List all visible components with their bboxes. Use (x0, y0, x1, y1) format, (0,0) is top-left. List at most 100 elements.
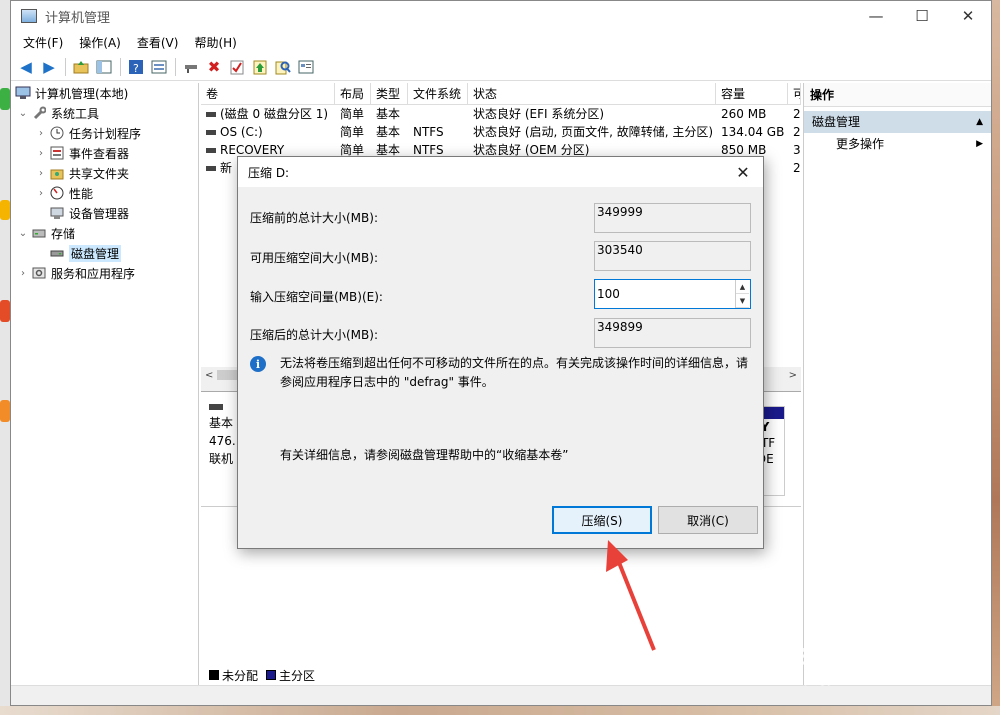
more-actions-item[interactable]: 更多操作 ▶ (804, 133, 991, 155)
shrink-amount-label: 输入压缩空间量(MB)(E): (250, 290, 383, 304)
expand-chevron-icon[interactable]: › (35, 128, 47, 139)
desktop-icon-fragment (0, 200, 10, 220)
actions-section-label: 磁盘管理 (812, 115, 861, 129)
column-header-volume[interactable]: 卷 (201, 83, 335, 104)
tree-item-system-tools[interactable]: ⌄ 系统工具 (11, 103, 198, 123)
properties-icon[interactable] (148, 56, 170, 78)
volume-table-header: 卷 布局 类型 文件系统 状态 容量 可 (201, 83, 801, 105)
connect-icon[interactable] (180, 56, 202, 78)
computer-management-icon (21, 9, 37, 23)
column-header-status[interactable]: 状态 (468, 83, 716, 104)
show-hide-tree-icon[interactable] (93, 56, 115, 78)
shrink-amount-stepper[interactable]: ▲ ▼ (594, 279, 751, 309)
column-header-type[interactable]: 类型 (371, 83, 408, 104)
volume-disk-icon (206, 166, 216, 171)
volume-free: 2 (793, 161, 801, 175)
shrink-dialog: 压缩 D: ✕ 压缩前的总计大小(MB): 349999 可用压缩空间大小(MB… (237, 156, 764, 549)
tree-item-shared-folders[interactable]: › 共享文件夹 (11, 163, 198, 183)
help-message: 有关详细信息，请参阅磁盘管理帮助中的“收缩基本卷” (280, 448, 569, 462)
console-icon[interactable] (295, 56, 317, 78)
shrink-amount-input[interactable] (595, 280, 735, 308)
spinner[interactable]: ▲ ▼ (735, 280, 749, 308)
volume-name: RECOVERY (220, 143, 285, 157)
volume-status: 状态良好 (启动, 页面文件, 故障转储, 主分区) (473, 125, 714, 139)
menu-help[interactable]: 帮助(H) (186, 34, 244, 51)
dialog-title-bar[interactable]: 压缩 D: ✕ (238, 157, 763, 187)
back-arrow-icon[interactable]: ◀ (15, 56, 37, 78)
tree-item-performance[interactable]: › 性能 (11, 183, 198, 203)
total-before-label: 压缩前的总计大小(MB): (250, 211, 378, 225)
volume-disk-icon (206, 148, 216, 153)
spin-up-icon[interactable]: ▲ (736, 280, 749, 294)
performance-icon (49, 185, 65, 201)
export-icon[interactable] (249, 56, 271, 78)
tree-item-device-manager[interactable]: 设备管理器 (11, 203, 198, 223)
volume-name: 新 (220, 161, 233, 175)
expand-chevron-icon[interactable]: › (35, 168, 47, 179)
expand-chevron-icon[interactable]: › (35, 148, 47, 159)
minimize-button[interactable]: — (853, 1, 899, 31)
volume-layout: 简单 (340, 107, 365, 121)
tree-item-event-viewer[interactable]: › 事件查看器 (11, 143, 198, 163)
tree-item-task-scheduler[interactable]: › 任务计划程序 (11, 123, 198, 143)
toolbar-separator (120, 57, 121, 76)
actions-pane: 操作 磁盘管理 ▲ 更多操作 ▶ (803, 83, 991, 685)
volume-disk-icon (206, 130, 216, 135)
desktop-icon-fragment (0, 300, 10, 322)
tree-item-disk-management[interactable]: 磁盘管理 (11, 243, 198, 263)
scroll-left-icon[interactable]: < (205, 370, 213, 381)
close-button[interactable]: ✕ (945, 1, 991, 31)
menu-view[interactable]: 查看(V) (129, 34, 187, 51)
actions-header: 操作 (804, 83, 991, 107)
more-actions-label: 更多操作 (836, 137, 885, 151)
column-header-free[interactable]: 可 (788, 83, 801, 104)
total-after-value: 349899 (594, 318, 751, 348)
window-title: 计算机管理 (45, 10, 111, 26)
table-row[interactable]: (磁盘 0 磁盘分区 1) 简单 基本 状态良好 (EFI 系统分区) 260 … (201, 105, 801, 123)
shrink-button[interactable]: 压缩(S) (552, 506, 652, 534)
cancel-button[interactable]: 取消(C) (658, 506, 758, 534)
watermark-url: jingyan.baidu.com (805, 672, 916, 686)
disk-icon (49, 245, 65, 261)
title-bar[interactable]: 计算机管理 — ☐ ✕ (11, 1, 991, 31)
scroll-right-icon[interactable]: > (789, 370, 797, 381)
help-icon[interactable]: ? (125, 56, 147, 78)
forward-arrow-icon[interactable]: ▶ (38, 56, 60, 78)
baidu-watermark: Bai 经验 (770, 638, 894, 673)
collapse-triangle-icon[interactable]: ▲ (976, 111, 983, 133)
menu-action[interactable]: 操作(A) (71, 34, 129, 51)
column-header-layout[interactable]: 布局 (335, 83, 371, 104)
actions-section-disk-management[interactable]: 磁盘管理 ▲ (804, 111, 991, 133)
status-bar (11, 685, 991, 705)
collapse-chevron-icon[interactable]: ⌄ (17, 228, 29, 239)
total-after-label: 压缩后的总计大小(MB): (250, 328, 378, 342)
menu-file[interactable]: 文件(F) (15, 34, 71, 51)
services-icon (31, 265, 47, 281)
shared-folder-icon (49, 165, 65, 181)
volume-name: (磁盘 0 磁盘分区 1) (220, 107, 329, 121)
column-header-capacity[interactable]: 容量 (716, 83, 788, 104)
volume-disk-icon (206, 112, 216, 117)
delete-icon[interactable]: ✖ (203, 56, 225, 78)
volume-free: 2 (793, 125, 801, 139)
check-disk-icon[interactable] (226, 56, 248, 78)
expand-chevron-icon[interactable]: › (35, 188, 47, 199)
tree-root[interactable]: 计算机管理(本地) (11, 83, 198, 103)
spin-down-icon[interactable]: ▼ (736, 294, 749, 308)
maximize-button[interactable]: ☐ (899, 1, 945, 31)
tree-item-storage[interactable]: ⌄ 存储 (11, 223, 198, 243)
dialog-close-icon[interactable]: ✕ (723, 157, 763, 187)
legend: 未分配 主分区 (201, 665, 315, 685)
volume-type: 基本 (376, 107, 401, 121)
column-header-filesystem[interactable]: 文件系统 (408, 83, 468, 104)
up-folder-icon[interactable] (70, 56, 92, 78)
table-row[interactable]: OS (C:) 简单 基本 NTFS 状态良好 (启动, 页面文件, 故障转储,… (201, 123, 801, 141)
toolbar: ◀ ▶ ? ✖ (11, 53, 991, 81)
volume-type: 基本 (376, 125, 401, 139)
collapse-chevron-icon[interactable]: ⌄ (17, 108, 29, 119)
tree-item-services-apps[interactable]: › 服务和应用程序 (11, 263, 198, 283)
expand-chevron-icon[interactable]: › (17, 268, 29, 279)
desktop-icon-fragment (0, 88, 10, 110)
dialog-title: 压缩 D: (248, 165, 290, 180)
search-icon[interactable] (272, 56, 294, 78)
